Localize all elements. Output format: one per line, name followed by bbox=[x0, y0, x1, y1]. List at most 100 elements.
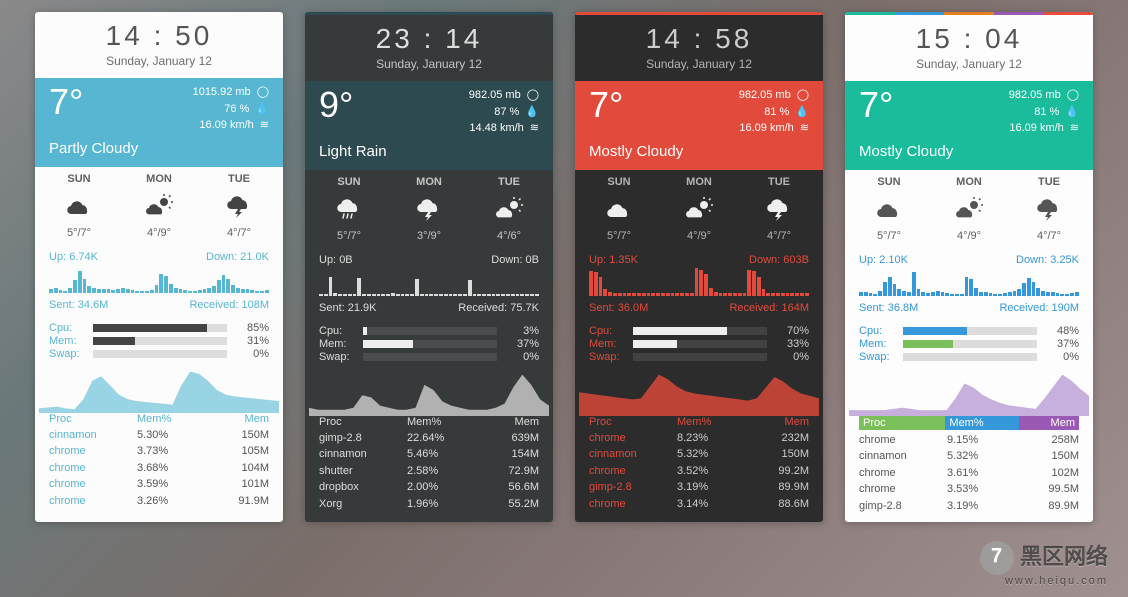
sys-cpu: Cpu:48% bbox=[859, 325, 1079, 337]
net-graph bbox=[859, 268, 1079, 296]
conky-widget-0: 14 : 50Sunday, January 12 7° 1015.92 mb◯… bbox=[35, 12, 283, 522]
wind-icon: ≋ bbox=[1070, 120, 1079, 137]
sys-mem: Mem:33% bbox=[589, 338, 809, 350]
net-graph bbox=[49, 265, 269, 293]
proc-row: chrome8.23%232M bbox=[589, 430, 809, 447]
proc-row: dropbox2.00%56.6M bbox=[319, 479, 539, 496]
hum-icon: 💧 bbox=[525, 104, 539, 121]
partly-icon bbox=[469, 194, 549, 224]
area-graph bbox=[309, 370, 549, 416]
forecast: SUN5°/7°MON4°/9°TUE4°/7° bbox=[845, 170, 1093, 250]
proc-row: cinnamon5.32%150M bbox=[859, 448, 1079, 465]
press-icon: ◯ bbox=[1067, 87, 1079, 104]
sys-block: Cpu:85%Mem:31%Swap:0% bbox=[35, 319, 283, 363]
forecast-day: SUN5°/7° bbox=[849, 176, 929, 242]
proc-row: cinnamon5.46%154M bbox=[319, 446, 539, 463]
proc-row: chrome3.73%105M bbox=[49, 443, 269, 460]
proc-row: shutter2.58%72.9M bbox=[319, 463, 539, 480]
net-block: Up: 2.10KDown: 3.25K Sent: 36.8MReceived… bbox=[845, 250, 1093, 322]
clock: 14 : 58Sunday, January 12 bbox=[575, 15, 823, 81]
cloud-icon bbox=[579, 194, 659, 224]
forecast-day: SUN5°/7° bbox=[39, 173, 119, 239]
forecast-day: TUE4°/7° bbox=[1009, 176, 1089, 242]
wind-icon: ≋ bbox=[530, 120, 539, 137]
wind-icon: ≋ bbox=[260, 117, 269, 134]
sys-swap: Swap:0% bbox=[589, 351, 809, 363]
forecast: SUN5°/7°MON4°/9°TUE4°/7° bbox=[35, 167, 283, 247]
forecast: SUN5°/7°MON3°/9°TUE4°/6° bbox=[305, 170, 553, 250]
press-icon: ◯ bbox=[797, 87, 809, 104]
wind-icon: ≋ bbox=[800, 120, 809, 137]
hum-icon: 💧 bbox=[1065, 104, 1079, 121]
sys-block: Cpu:70%Mem:33%Swap:0% bbox=[575, 322, 823, 366]
forecast-day: SUN5°/7° bbox=[579, 176, 659, 242]
proc-table: ProcMem%Memcinnamon5.30%150Mchrome3.73%1… bbox=[35, 413, 283, 518]
proc-row: cinnamon5.32%150M bbox=[589, 446, 809, 463]
partly-icon bbox=[119, 191, 199, 221]
forecast-day: SUN5°/7° bbox=[309, 176, 389, 242]
cloud-icon bbox=[849, 194, 929, 224]
proc-header: ProcMem%Mem bbox=[49, 413, 269, 425]
sys-cpu: Cpu:3% bbox=[319, 325, 539, 337]
sys-mem: Mem:31% bbox=[49, 335, 269, 347]
proc-header: ProcMem%Mem bbox=[589, 416, 809, 428]
partly-icon bbox=[659, 194, 739, 224]
press-icon: ◯ bbox=[257, 84, 269, 101]
forecast-day: MON4°/9° bbox=[929, 176, 1009, 242]
watermark: 黑区网络www.heiqu.com bbox=[980, 539, 1108, 587]
press-icon: ◯ bbox=[527, 87, 539, 104]
net-graph bbox=[589, 268, 809, 296]
proc-row: chrome9.15%258M bbox=[859, 432, 1079, 449]
storm-icon bbox=[389, 194, 469, 224]
proc-row: chrome3.61%102M bbox=[859, 465, 1079, 482]
proc-row: chrome3.68%104M bbox=[49, 460, 269, 477]
clock: 14 : 50Sunday, January 12 bbox=[35, 12, 283, 78]
proc-table: ProcMem%Mem chrome9.15%258Mcinnamon5.32%1… bbox=[845, 416, 1093, 523]
storm-icon bbox=[739, 194, 819, 224]
forecast-day: TUE4°/7° bbox=[199, 173, 279, 239]
proc-row: chrome3.26%91.9M bbox=[49, 493, 269, 510]
proc-row: chrome3.53%99.5M bbox=[859, 481, 1079, 498]
forecast-day: TUE4°/7° bbox=[739, 176, 819, 242]
hum-icon: 💧 bbox=[795, 104, 809, 121]
proc-row: chrome3.52%99.2M bbox=[589, 463, 809, 480]
net-block: Up: 0BDown: 0B Sent: 21.9KReceived: 75.7… bbox=[305, 250, 553, 322]
weather-header: 9° 982.05 mb◯ 87 %💧 14.48 km/h≋ Light Ra… bbox=[305, 81, 553, 170]
proc-row: gimp-2.822.64%639M bbox=[319, 430, 539, 447]
sys-cpu: Cpu:70% bbox=[589, 325, 809, 337]
storm-icon bbox=[1009, 194, 1089, 224]
proc-header: ProcMem%Mem bbox=[859, 416, 1079, 430]
forecast-day: MON4°/9° bbox=[119, 173, 199, 239]
sys-cpu: Cpu:85% bbox=[49, 322, 269, 334]
proc-table: ProcMem%Mem chrome8.23%232Mcinnamon5.32%1… bbox=[575, 416, 823, 521]
weather-header: 7° 982.05 mb◯ 81 %💧 16.09 km/h≋ Mostly C… bbox=[575, 81, 823, 170]
proc-row: chrome3.59%101M bbox=[49, 476, 269, 493]
partly-icon bbox=[929, 194, 1009, 224]
sys-swap: Swap:0% bbox=[319, 351, 539, 363]
sys-block: Cpu:3%Mem:37%Swap:0% bbox=[305, 322, 553, 366]
sys-mem: Mem:37% bbox=[319, 338, 539, 350]
weather-header: 7° 1015.92 mb◯ 76 %💧 16.09 km/h≋ Partly … bbox=[35, 78, 283, 167]
sys-mem: Mem:37% bbox=[859, 338, 1079, 350]
area-graph bbox=[579, 370, 819, 416]
area-graph bbox=[39, 367, 279, 413]
sys-swap: Swap:0% bbox=[859, 351, 1079, 363]
rain-icon bbox=[309, 194, 389, 224]
sys-swap: Swap:0% bbox=[49, 348, 269, 360]
proc-header: ProcMem%Mem bbox=[319, 416, 539, 428]
hum-icon: 💧 bbox=[255, 101, 269, 118]
net-graph bbox=[319, 268, 539, 296]
forecast: SUN5°/7°MON4°/9°TUE4°/7° bbox=[575, 170, 823, 250]
forecast-day: MON3°/9° bbox=[389, 176, 469, 242]
storm-icon bbox=[199, 191, 279, 221]
clock: 23 : 14Sunday, January 12 bbox=[305, 15, 553, 81]
proc-row: chrome3.14%88.6M bbox=[589, 496, 809, 513]
area-graph bbox=[849, 370, 1089, 416]
proc-table: ProcMem%Mem gimp-2.822.64%639Mcinnamon5.4… bbox=[305, 416, 553, 521]
sys-block: Cpu:48%Mem:37%Swap:0% bbox=[845, 322, 1093, 366]
proc-row: gimp-2.83.19%89.9M bbox=[859, 498, 1079, 515]
clock: 15 : 04Sunday, January 12 bbox=[845, 15, 1093, 81]
conky-widget-1: 23 : 14Sunday, January 12 9° 982.05 mb◯ … bbox=[305, 12, 553, 522]
proc-row: gimp-2.83.19%89.9M bbox=[589, 479, 809, 496]
forecast-day: TUE4°/6° bbox=[469, 176, 549, 242]
